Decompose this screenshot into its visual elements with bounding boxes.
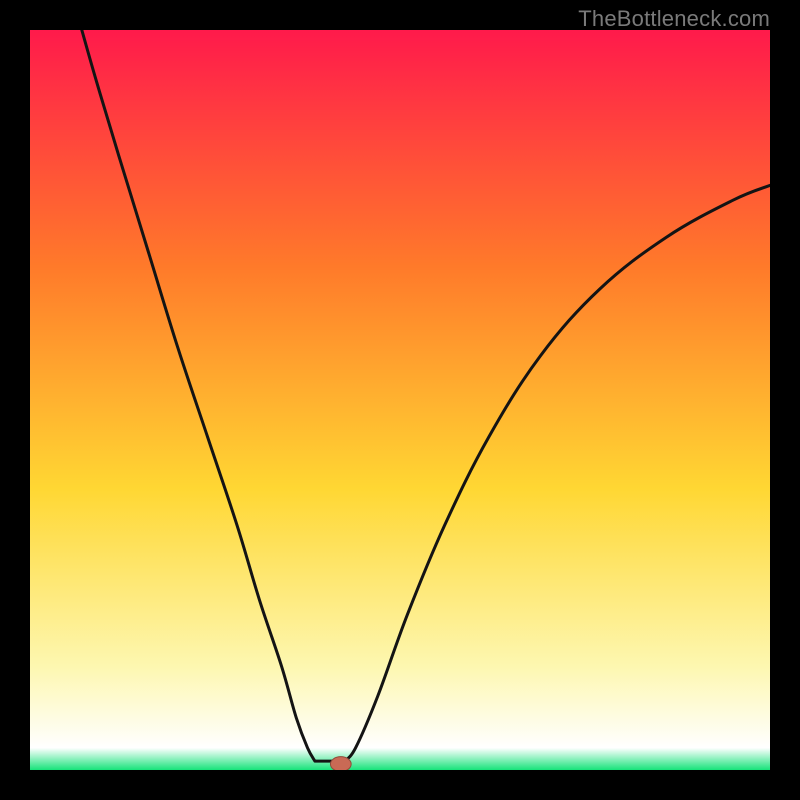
valley-marker [330, 757, 351, 770]
chart-frame: TheBottleneck.com [0, 0, 800, 800]
chart-svg [30, 30, 770, 770]
watermark-text: TheBottleneck.com [578, 6, 770, 32]
plot-area [30, 30, 770, 770]
gradient-background [30, 30, 770, 770]
